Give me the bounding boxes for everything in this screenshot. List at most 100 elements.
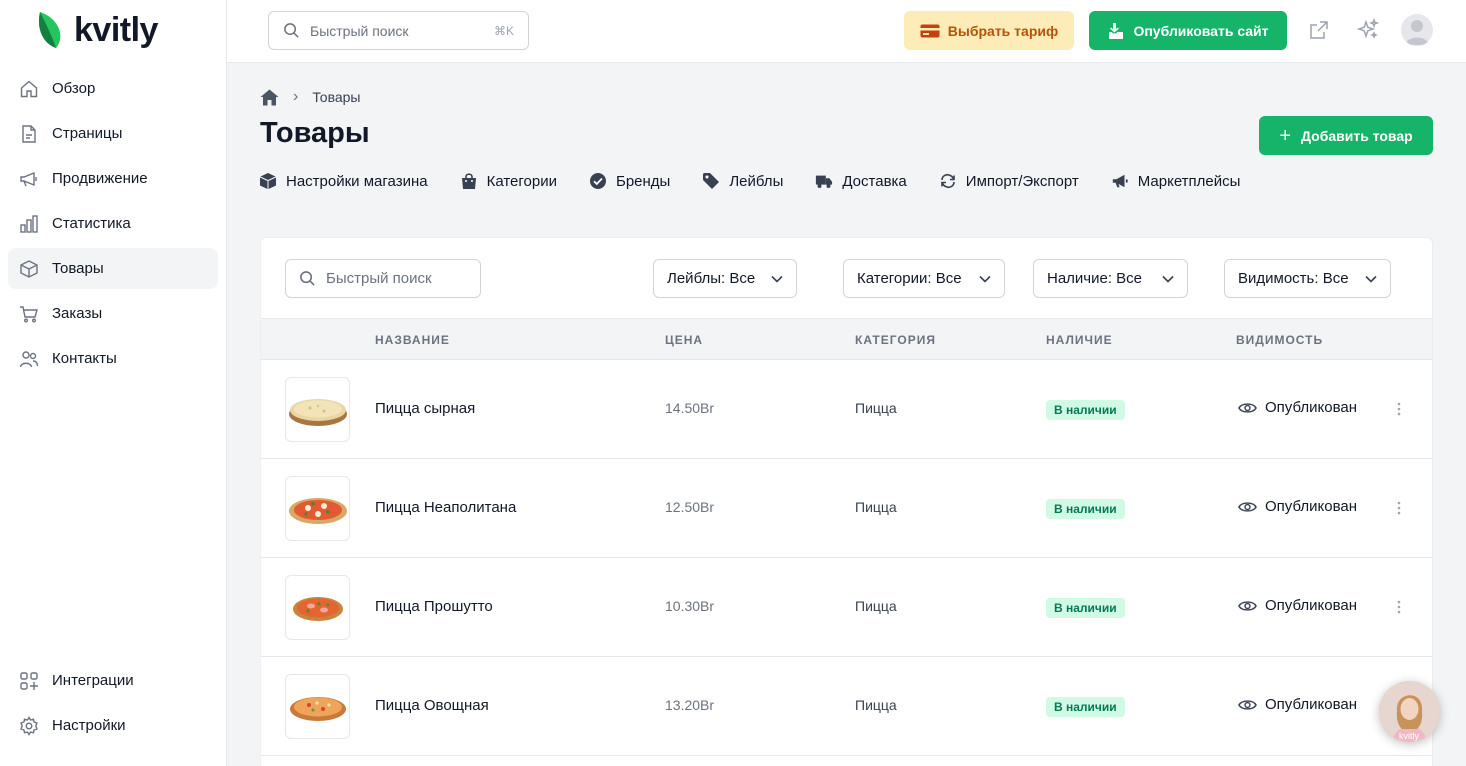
product-category: Пицца [855,499,897,515]
products-subnav: Настройки магазина Категории Бренды Лейб… [259,170,1272,192]
product-name[interactable]: Пицца Неаполитана [375,499,516,516]
availability-badge: В наличии [1046,598,1125,618]
column-header-name[interactable]: НАЗВАНИЕ [375,333,450,347]
ai-sparkles-icon[interactable] [1355,17,1381,43]
availability-filter-select[interactable]: Наличие: Все [1033,259,1188,298]
sidebar-item-label: Интеграции [52,672,134,689]
sidebar-item-integrations[interactable]: Интеграции [8,660,218,701]
visibility-label: Опубликован [1265,597,1358,614]
box-icon [18,258,40,280]
megaphone-icon [18,168,40,190]
product-price: 13.20Br [665,697,715,713]
home-icon[interactable] [260,89,279,106]
sidebar-nav: Обзор Страницы Продвижение Статистика То… [8,68,218,383]
sidebar-item-overview[interactable]: Обзор [8,68,218,109]
search-icon [284,23,299,38]
availability-badge: В наличии [1046,499,1125,519]
subnav-marketplaces[interactable]: Маркетплейсы [1111,172,1241,190]
chevron-down-icon [979,275,991,283]
table-row[interactable]: Пицца сырная 14.50Br Пицца В наличии Опу… [261,360,1432,459]
subnav-labels[interactable]: Лейблы [702,172,783,190]
column-header-availability[interactable]: НАЛИЧИЕ [1046,333,1113,347]
file-icon [18,123,40,145]
chevron-down-icon [1162,275,1174,283]
row-actions-icon[interactable] [1391,398,1407,420]
visibility-status[interactable]: Опубликован [1238,597,1357,614]
breadcrumb: › Товары [260,88,361,106]
visibility-filter-select[interactable]: Видимость: Все [1224,259,1391,298]
product-name[interactable]: Пицца Прошутто [375,598,493,615]
column-header-price[interactable]: ЦЕНА [665,333,703,347]
publish-site-label: Опубликовать сайт [1133,22,1269,39]
product-thumbnail[interactable] [285,476,350,541]
support-chat-button[interactable]: kvitly [1379,681,1440,742]
choose-tariff-button[interactable]: Выбрать тариф [904,11,1074,50]
product-thumbnail[interactable] [285,377,350,442]
logo[interactable]: kvitly [36,10,158,50]
row-actions-icon[interactable] [1391,596,1407,618]
product-price: 12.50Br [665,499,715,515]
add-product-button[interactable]: + Добавить товар [1259,116,1433,155]
product-name[interactable]: Пицца Овощная [375,697,489,714]
grid-plus-icon [18,670,40,692]
sidebar-item-label: Настройки [52,717,126,734]
user-avatar[interactable] [1401,14,1433,46]
visibility-filter-value: Видимость: Все [1238,270,1349,287]
sidebar-bottom-nav: Интеграции Настройки [8,660,218,750]
sidebar-item-pages[interactable]: Страницы [8,113,218,154]
global-search-input[interactable]: Быстрый поиск ⌘K [268,11,529,50]
product-name[interactable]: Пицца сырная [375,400,475,417]
table-row[interactable]: Пицца Прошутто 10.30Br Пицца В наличии О… [261,558,1432,657]
product-search-input[interactable]: Быстрый поиск [285,259,481,298]
eye-icon [1238,699,1257,710]
visibility-status[interactable]: Опубликован [1238,399,1357,416]
product-thumbnail[interactable] [285,674,350,739]
visibility-status[interactable]: Опубликован [1238,498,1357,515]
sidebar-item-label: Контакты [52,350,117,367]
search-icon [300,271,315,286]
chevron-down-icon [771,275,783,283]
product-thumbnail[interactable] [285,575,350,640]
sidebar-item-promotion[interactable]: Продвижение [8,158,218,199]
categories-filter-select[interactable]: Категории: Все [843,259,1005,298]
column-header-visibility[interactable]: ВИДИМОСТЬ [1236,333,1323,347]
subnav-label: Маркетплейсы [1137,172,1241,190]
availability-badge: В наличии [1046,697,1125,717]
chart-icon [18,213,40,235]
search-placeholder: Быстрый поиск [310,22,409,39]
subnav-brands[interactable]: Бренды [589,172,670,190]
sidebar-item-contacts[interactable]: Контакты [8,338,218,379]
leaf-logo-icon [38,12,61,48]
sidebar-item-label: Заказы [52,305,103,322]
publish-site-button[interactable]: Опубликовать сайт [1089,11,1287,50]
sidebar-item-label: Обзор [52,80,96,97]
subnav-label: Бренды [615,172,671,190]
subnav-delivery[interactable]: Доставка [815,172,907,190]
chevron-down-icon [1365,275,1377,283]
gear-icon [18,715,40,737]
products-card: Быстрый поиск Лейблы: Все Категории: Все… [260,237,1433,766]
eye-icon [1238,600,1257,611]
add-product-label: Добавить товар [1301,127,1413,144]
bullhorn-icon [1111,172,1129,190]
column-header-category[interactable]: КАТЕГОРИЯ [855,333,936,347]
subnav-categories[interactable]: Категории [460,172,557,190]
product-price: 10.30Br [665,598,715,614]
table-row[interactable]: Пицца Неаполитана 12.50Br Пицца В наличи… [261,459,1432,558]
sidebar-item-orders[interactable]: Заказы [8,293,218,334]
sidebar-item-settings[interactable]: Настройки [8,705,218,746]
row-actions-icon[interactable] [1391,497,1407,519]
sidebar-item-statistics[interactable]: Статистика [8,203,218,244]
subnav-label: Доставка [842,172,907,190]
sidebar-item-label: Товары [52,260,104,277]
open-site-icon[interactable] [1306,17,1332,43]
table-row[interactable]: Пицца Овощная 13.20Br Пицца В наличии Оп… [261,657,1432,756]
labels-filter-select[interactable]: Лейблы: Все [653,259,797,298]
eye-icon [1238,501,1257,512]
visibility-status[interactable]: Опубликован [1238,696,1357,713]
subnav-store-settings[interactable]: Настройки магазина [259,172,428,190]
topbar: Быстрый поиск ⌘K Выбрать тариф Опубликов… [227,0,1466,63]
subnav-import-export[interactable]: Импорт/Экспорт [939,172,1079,190]
choose-tariff-label: Выбрать тариф [947,22,1059,39]
sidebar-item-products[interactable]: Товары [8,248,218,289]
